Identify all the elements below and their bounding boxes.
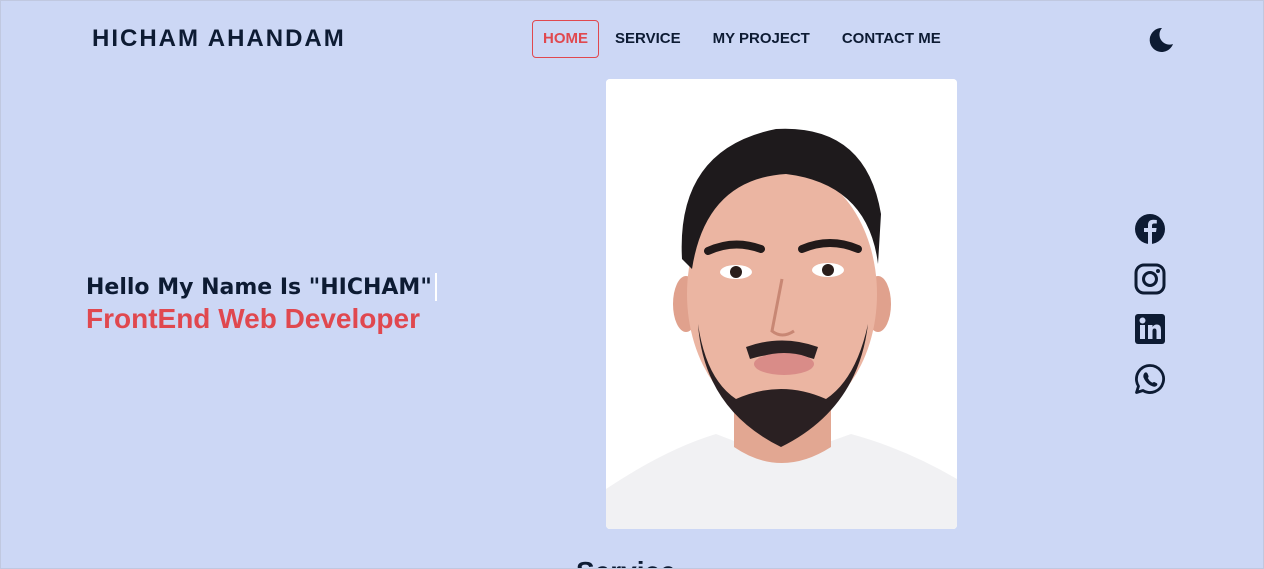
- facebook-link[interactable]: [1134, 213, 1166, 245]
- greeting-line: Hello My Name Is "HICHAM": [86, 273, 437, 301]
- site-logo[interactable]: HICHAM AHANDAM: [92, 25, 346, 53]
- greeting-text: Hello My Name Is "HICHAM": [86, 274, 432, 300]
- nav-my-project[interactable]: MY PROJECT: [697, 20, 826, 58]
- instagram-icon: [1134, 263, 1166, 295]
- linkedin-link[interactable]: [1134, 313, 1166, 345]
- whatsapp-icon: [1135, 364, 1165, 394]
- portfolio-page: HICHAM AHANDAM HOME SERVICE MY PROJECT C…: [0, 0, 1264, 569]
- nav-home[interactable]: HOME: [532, 20, 599, 58]
- nav-contact-me[interactable]: CONTACT ME: [826, 20, 957, 58]
- nav-service[interactable]: SERVICE: [604, 20, 697, 58]
- portrait-illustration: [606, 79, 957, 529]
- facebook-icon: [1135, 214, 1165, 244]
- profile-photo: [606, 79, 957, 529]
- typing-cursor: [434, 273, 437, 301]
- instagram-link[interactable]: [1134, 263, 1166, 295]
- service-section-heading: Service: [576, 556, 676, 568]
- linkedin-icon: [1135, 314, 1165, 344]
- role-title: FrontEnd Web Developer: [86, 303, 420, 334]
- main-nav: HOME SERVICE MY PROJECT CONTACT ME: [532, 20, 957, 58]
- social-links: [1134, 213, 1166, 395]
- whatsapp-link[interactable]: [1134, 363, 1166, 395]
- theme-toggle-button[interactable]: [1145, 25, 1175, 55]
- moon-icon: [1149, 27, 1173, 52]
- hero-text: Hello My Name Is "HICHAM" FrontEnd Web D…: [86, 273, 437, 335]
